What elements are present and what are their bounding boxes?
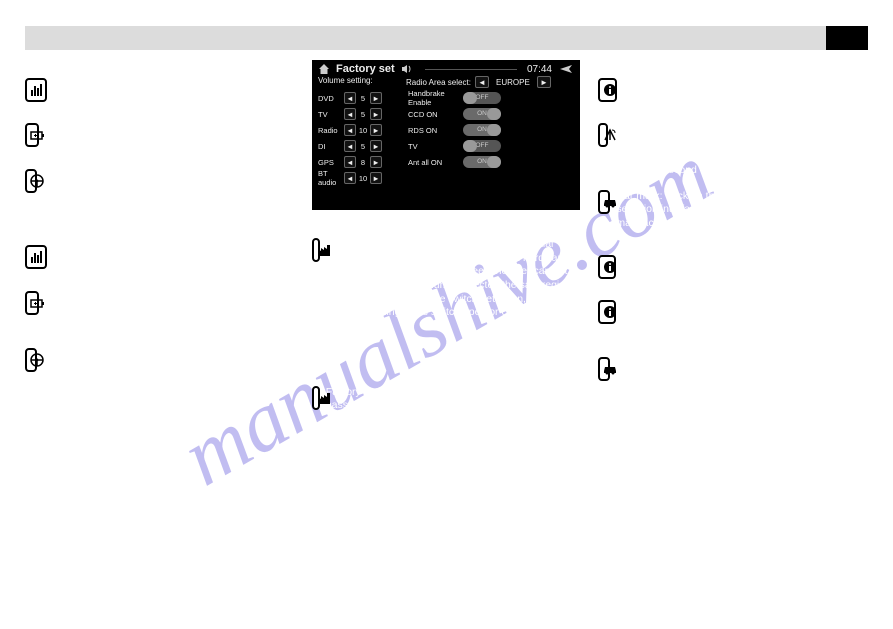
- inc-button[interactable]: ►: [370, 92, 382, 104]
- car-icon: [598, 190, 610, 214]
- vol-row: TV◄5►: [318, 106, 408, 122]
- dec-button[interactable]: ◄: [344, 172, 356, 184]
- item-text: Car mark: Click on this icon, enter the …: [616, 357, 878, 398]
- screen-title: Factory set: [336, 63, 395, 75]
- item-text: Factory setting: Click on this icon, ent…: [326, 238, 592, 320]
- toggle-list: Handbrake EnableOFF CCD ONON RDS ONON TV…: [408, 90, 574, 186]
- volume-slider[interactable]: [425, 69, 517, 70]
- item-text: Steering Wheel Control: Click on this ic…: [43, 348, 305, 389]
- vol-row: DI◄5►: [318, 138, 408, 154]
- item-text: 11. MCU Version: Click on this icon, ent…: [622, 300, 878, 327]
- item-text: Graphic EQ: Click on this icon to operat…: [53, 78, 305, 105]
- factory-set-screenshot: Factory set 07:44 Volume setting: Radio …: [312, 60, 580, 210]
- steering-icon: [25, 348, 37, 372]
- volume-setting-label: Volume setting:: [318, 76, 406, 88]
- inc-button[interactable]: ►: [370, 140, 382, 152]
- info-icon: [598, 255, 616, 279]
- dec-button[interactable]: ◄: [344, 140, 356, 152]
- home-icon[interactable]: [318, 63, 330, 75]
- toggle-row: Handbrake EnableOFF: [408, 90, 574, 106]
- back-arrow-icon[interactable]: [558, 63, 574, 75]
- dec-button[interactable]: ◄: [344, 92, 356, 104]
- toggle[interactable]: ON: [463, 156, 501, 168]
- header-tab: [826, 26, 868, 50]
- vol-row: BT audio◄10►: [318, 170, 408, 186]
- toggle-row: Ant all ONON: [408, 154, 574, 170]
- item-text: Factory setting: Click on this icon, ent…: [326, 386, 592, 468]
- region-prev-button[interactable]: ◄: [475, 76, 489, 88]
- item-eq-2: Graphic EQ: Click on this icon to operat…: [25, 245, 305, 272]
- item-text: Steering Wheel Control: Click on this ic…: [43, 169, 305, 210]
- item-battery-2: Battery: Click on this icon to enter bat…: [25, 291, 305, 318]
- item-battery-1: Battery: Click on this icon to enter bat…: [25, 123, 305, 150]
- volume-list: DVD◄5► TV◄5► Radio◄10► DI◄5► GPS◄8► BT a…: [318, 90, 408, 186]
- speaker-icon[interactable]: [401, 64, 415, 74]
- region-value: EUROPE: [493, 78, 533, 87]
- radio-area-label: Radio Area select:: [406, 78, 471, 87]
- eq-icon: [25, 78, 47, 102]
- toggle-row: RDS ONON: [408, 122, 574, 138]
- info-icon: [598, 78, 617, 102]
- vol-row: DVD◄5►: [318, 90, 408, 106]
- item-dvd-version: 9. DVD Version: Click on this icon, ente…: [598, 255, 878, 282]
- battery-icon: [25, 123, 39, 147]
- item-factory-1: Factory setting: Click on this icon, ent…: [312, 238, 592, 320]
- vol-row: Radio◄10►: [318, 122, 408, 138]
- toggle[interactable]: OFF: [463, 92, 501, 104]
- item-text: BT Reset: Click on this icon, enter the …: [614, 123, 878, 178]
- clock: 07:44: [527, 64, 552, 75]
- item-factory-2: Factory setting: Click on this icon, ent…: [312, 386, 592, 468]
- item-steering-2: Steering Wheel Control: Click on this ic…: [25, 348, 305, 389]
- factory-icon: [312, 238, 320, 262]
- item-text: MCU Version: Click on this icon, enter t…: [623, 78, 878, 105]
- toggle[interactable]: ON: [463, 108, 501, 120]
- eq-icon: [25, 245, 47, 269]
- item-text: Battery: Click on this icon to enter bat…: [45, 123, 305, 150]
- toggle-row: CCD ONON: [408, 106, 574, 122]
- inc-button[interactable]: ►: [370, 172, 382, 184]
- item-car-2: Car mark: Click on this icon, enter the …: [598, 357, 878, 398]
- toggle-row: TVOFF: [408, 138, 574, 154]
- antenna-icon: [598, 123, 608, 147]
- dec-button[interactable]: ◄: [344, 156, 356, 168]
- column-2: Factory set 07:44 Volume setting: Radio …: [312, 60, 592, 480]
- inc-button[interactable]: ►: [370, 124, 382, 136]
- steering-icon: [25, 169, 37, 193]
- item-text: 9. DVD Version: Click on this icon, ente…: [622, 255, 878, 282]
- toggle[interactable]: ON: [463, 124, 501, 136]
- inc-button[interactable]: ►: [370, 156, 382, 168]
- item-mcu-1: MCU Version: Click on this icon, enter t…: [598, 78, 878, 105]
- item-text: Battery: Click on this icon to enter bat…: [45, 291, 305, 318]
- column-1: Graphic EQ: Click on this icon to operat…: [25, 60, 305, 401]
- column-3: MCU Version: Click on this icon, enter t…: [598, 60, 878, 410]
- item-car-1: Car mark: Click on this icon, enter the …: [598, 190, 878, 231]
- info-icon: [598, 300, 616, 324]
- toggle[interactable]: OFF: [463, 140, 501, 152]
- item-text: Graphic EQ: Click on this icon to operat…: [53, 245, 305, 272]
- vol-row: GPS◄8►: [318, 154, 408, 170]
- item-mcu-2: 11. MCU Version: Click on this icon, ent…: [598, 300, 878, 327]
- region-next-button[interactable]: ►: [537, 76, 551, 88]
- item-text: Car mark: Click on this icon, enter the …: [616, 190, 878, 231]
- battery-icon: [25, 291, 39, 315]
- item-bt-reset: BT Reset: Click on this icon, enter the …: [598, 123, 878, 178]
- dec-button[interactable]: ◄: [344, 108, 356, 120]
- item-eq-1: Graphic EQ: Click on this icon to operat…: [25, 78, 305, 105]
- header-bar: [25, 26, 868, 50]
- car-icon: [598, 357, 610, 381]
- inc-button[interactable]: ►: [370, 108, 382, 120]
- factory-icon: [312, 386, 320, 410]
- item-steering-1: Steering Wheel Control: Click on this ic…: [25, 169, 305, 210]
- dec-button[interactable]: ◄: [344, 124, 356, 136]
